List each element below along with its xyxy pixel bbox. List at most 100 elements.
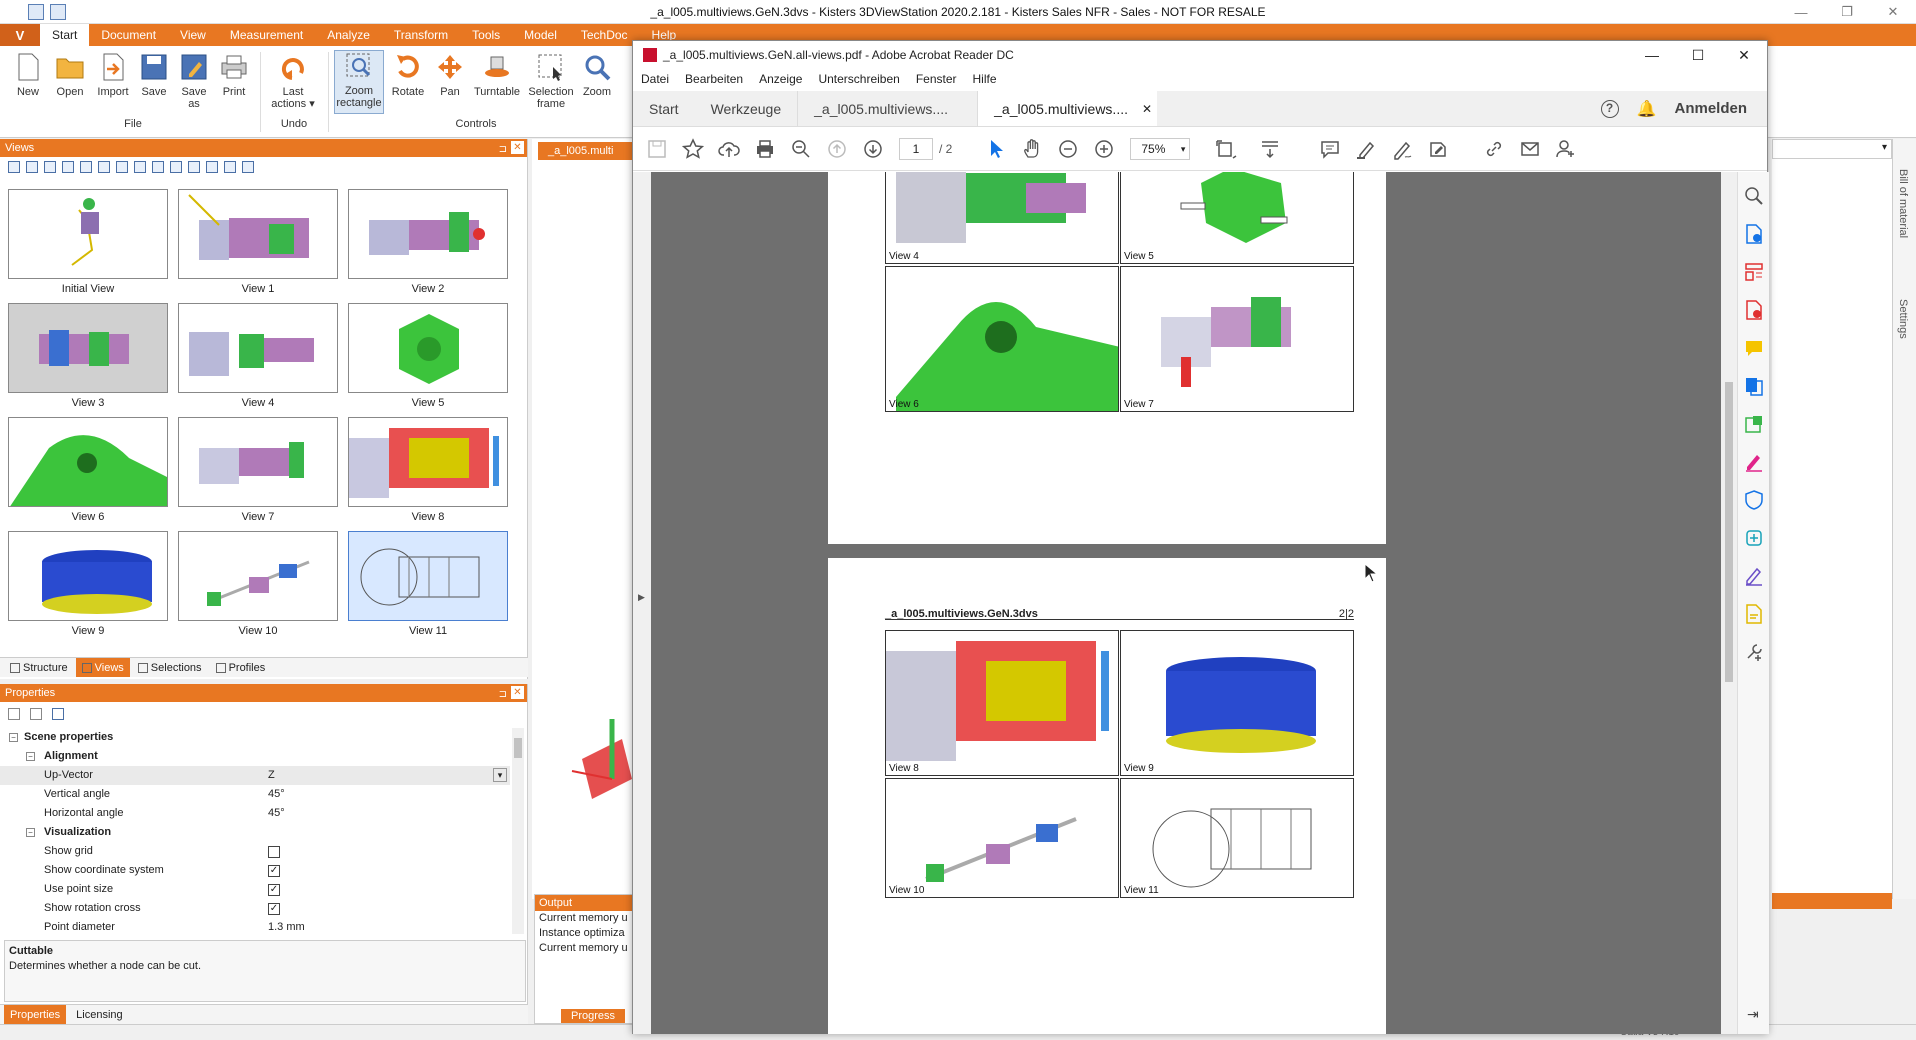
search-icon[interactable] <box>1744 186 1764 206</box>
close-icon[interactable]: ✕ <box>511 686 524 699</box>
sign-in-button[interactable]: Anmelden <box>1674 100 1747 117</box>
view-tool-icon[interactable] <box>44 161 56 173</box>
view-tool-icon[interactable] <box>26 161 38 173</box>
view-tool-icon[interactable] <box>8 161 20 173</box>
document-tab[interactable]: _a_l005.multi <box>538 142 638 160</box>
vertical-angle-row[interactable]: Vertical angle 45° <box>0 785 510 804</box>
chevron-down-icon[interactable]: ▾ <box>1882 142 1887 153</box>
view-tool-icon[interactable] <box>152 161 164 173</box>
save-button[interactable]: Save <box>136 52 172 98</box>
tab-analyze[interactable]: Analyze <box>315 24 382 46</box>
tab-view[interactable]: View <box>168 24 218 46</box>
new-button[interactable]: New <box>10 52 46 98</box>
show-coordinate-system-row[interactable]: Show coordinate system ✓ <box>0 861 510 880</box>
left-pane-toggle[interactable]: ▶ <box>633 172 651 1034</box>
sort-icon[interactable] <box>8 708 20 720</box>
view-tool-icon[interactable] <box>188 161 200 173</box>
right-dock-combo[interactable]: ▾ <box>1772 139 1892 159</box>
use-point-size-row[interactable]: Use point size ✓ <box>0 880 510 899</box>
optimize-pdf-icon[interactable] <box>1744 528 1764 548</box>
menu-hilfe[interactable]: Hilfe <box>973 69 997 89</box>
save-as-button[interactable]: Save as <box>176 52 212 110</box>
up-vector-row[interactable]: Up-Vector Z ▾ <box>0 766 510 785</box>
minimize-icon[interactable]: — <box>1778 0 1824 24</box>
scene-properties-row[interactable]: − Scene properties <box>0 728 510 747</box>
view-tool-icon[interactable] <box>242 161 254 173</box>
link-icon[interactable] <box>1476 133 1512 165</box>
filter-icon[interactable] <box>52 708 64 720</box>
restore-icon[interactable]: ❐ <box>1824 0 1870 24</box>
close-icon[interactable]: ✕ <box>1721 41 1767 69</box>
bell-icon[interactable]: 🔔 <box>1637 99 1657 119</box>
page-number-input[interactable]: 1 <box>899 137 933 160</box>
combine-files-icon[interactable] <box>1744 376 1764 396</box>
scrollbar-thumb[interactable] <box>1725 382 1733 682</box>
menu-datei[interactable]: Datei <box>641 69 669 89</box>
zoom-in-icon[interactable] <box>1086 133 1122 165</box>
view-thumbnail[interactable]: View 2 <box>348 189 508 303</box>
menu-bearbeiten[interactable]: Bearbeiten <box>685 69 743 89</box>
tab-views[interactable]: Views <box>75 658 130 677</box>
collapse-icon[interactable]: − <box>26 828 35 837</box>
view-thumbnail[interactable]: View 10 <box>178 531 338 645</box>
tab-werkzeuge[interactable]: Werkzeuge <box>695 91 798 126</box>
scroll-mode-icon[interactable] <box>1252 133 1288 165</box>
view-thumbnail[interactable]: View 8 <box>348 417 508 531</box>
view-thumbnail[interactable]: View 11 <box>348 531 508 645</box>
tab-bill-of-material[interactable]: Bill of material <box>1897 169 1909 238</box>
comment-icon[interactable] <box>1744 338 1764 358</box>
show-rotation-cross-row[interactable]: Show rotation cross ✓ <box>0 899 510 918</box>
tab-settings[interactable]: Settings <box>1897 299 1909 339</box>
zoom-out-icon[interactable] <box>1050 133 1086 165</box>
show-rotation-cross-checkbox[interactable]: ✓ <box>268 903 280 915</box>
select-cursor-icon[interactable] <box>978 133 1014 165</box>
last-actions-button[interactable]: Last actions ▾ <box>268 52 318 110</box>
tab-model[interactable]: Model <box>512 24 569 46</box>
help-icon[interactable]: ? <box>1600 99 1619 118</box>
prepare-form-icon[interactable] <box>1744 604 1764 624</box>
view-tool-icon[interactable] <box>224 161 236 173</box>
zoom-rectangle-button[interactable]: Zoom rectangle <box>334 50 384 114</box>
tab-structure[interactable]: Structure <box>4 658 74 677</box>
3d-viewport[interactable] <box>532 139 640 899</box>
pin-icon[interactable]: ⊐ <box>499 141 507 159</box>
tab-measurement[interactable]: Measurement <box>218 24 315 46</box>
tab-tools[interactable]: Tools <box>460 24 512 46</box>
save-icon[interactable] <box>639 133 675 165</box>
collapse-pane-icon[interactable]: ⇥ <box>1747 1006 1759 1023</box>
tab-progress[interactable]: Progress <box>561 1009 626 1023</box>
menu-fenster[interactable]: Fenster <box>916 69 957 89</box>
tab-document[interactable]: Document <box>89 24 168 46</box>
add-user-icon[interactable] <box>1548 133 1584 165</box>
view-thumbnail[interactable]: Initial View <box>8 189 168 303</box>
document-tab-active[interactable]: _a_l005.multiviews.... ✕ <box>977 91 1158 126</box>
tab-profiles[interactable]: Profiles <box>210 658 272 677</box>
show-grid-row[interactable]: Show grid <box>0 842 510 861</box>
create-pdf-icon[interactable] <box>1744 300 1764 320</box>
view-tool-icon[interactable] <box>134 161 146 173</box>
comment-icon[interactable] <box>1312 133 1348 165</box>
upload-cloud-icon[interactable] <box>711 133 747 165</box>
use-point-size-checkbox[interactable]: ✓ <box>268 884 280 896</box>
highlight-pen-icon[interactable] <box>1348 133 1384 165</box>
minimize-icon[interactable]: — <box>1629 41 1675 69</box>
export-pdf-icon[interactable] <box>1744 224 1764 244</box>
point-diameter-row[interactable]: Point diameter 1.3 mm <box>0 918 510 930</box>
organize-pages-icon[interactable] <box>1744 262 1764 282</box>
tab-start[interactable]: Start <box>40 24 90 46</box>
print-button[interactable]: Print <box>216 52 252 98</box>
visualization-row[interactable]: − Visualization <box>0 823 510 842</box>
next-page-icon[interactable] <box>855 133 891 165</box>
zoom-level-select[interactable]: 75% ▾ <box>1130 137 1191 160</box>
zoom-search-icon[interactable] <box>783 133 819 165</box>
tab-licensing[interactable]: Licensing <box>70 1005 128 1024</box>
pan-button[interactable]: Pan <box>430 52 470 98</box>
view-tool-icon[interactable] <box>80 161 92 173</box>
document-tab[interactable]: _a_l005.multiviews.... <box>797 91 977 126</box>
print-icon[interactable] <box>747 133 783 165</box>
scrollbar-thumb[interactable] <box>514 738 522 758</box>
hand-tool-icon[interactable] <box>1014 133 1050 165</box>
properties-scrollbar[interactable] <box>512 728 524 934</box>
more-tools-icon[interactable] <box>1744 642 1764 662</box>
view-tool-icon[interactable] <box>206 161 218 173</box>
